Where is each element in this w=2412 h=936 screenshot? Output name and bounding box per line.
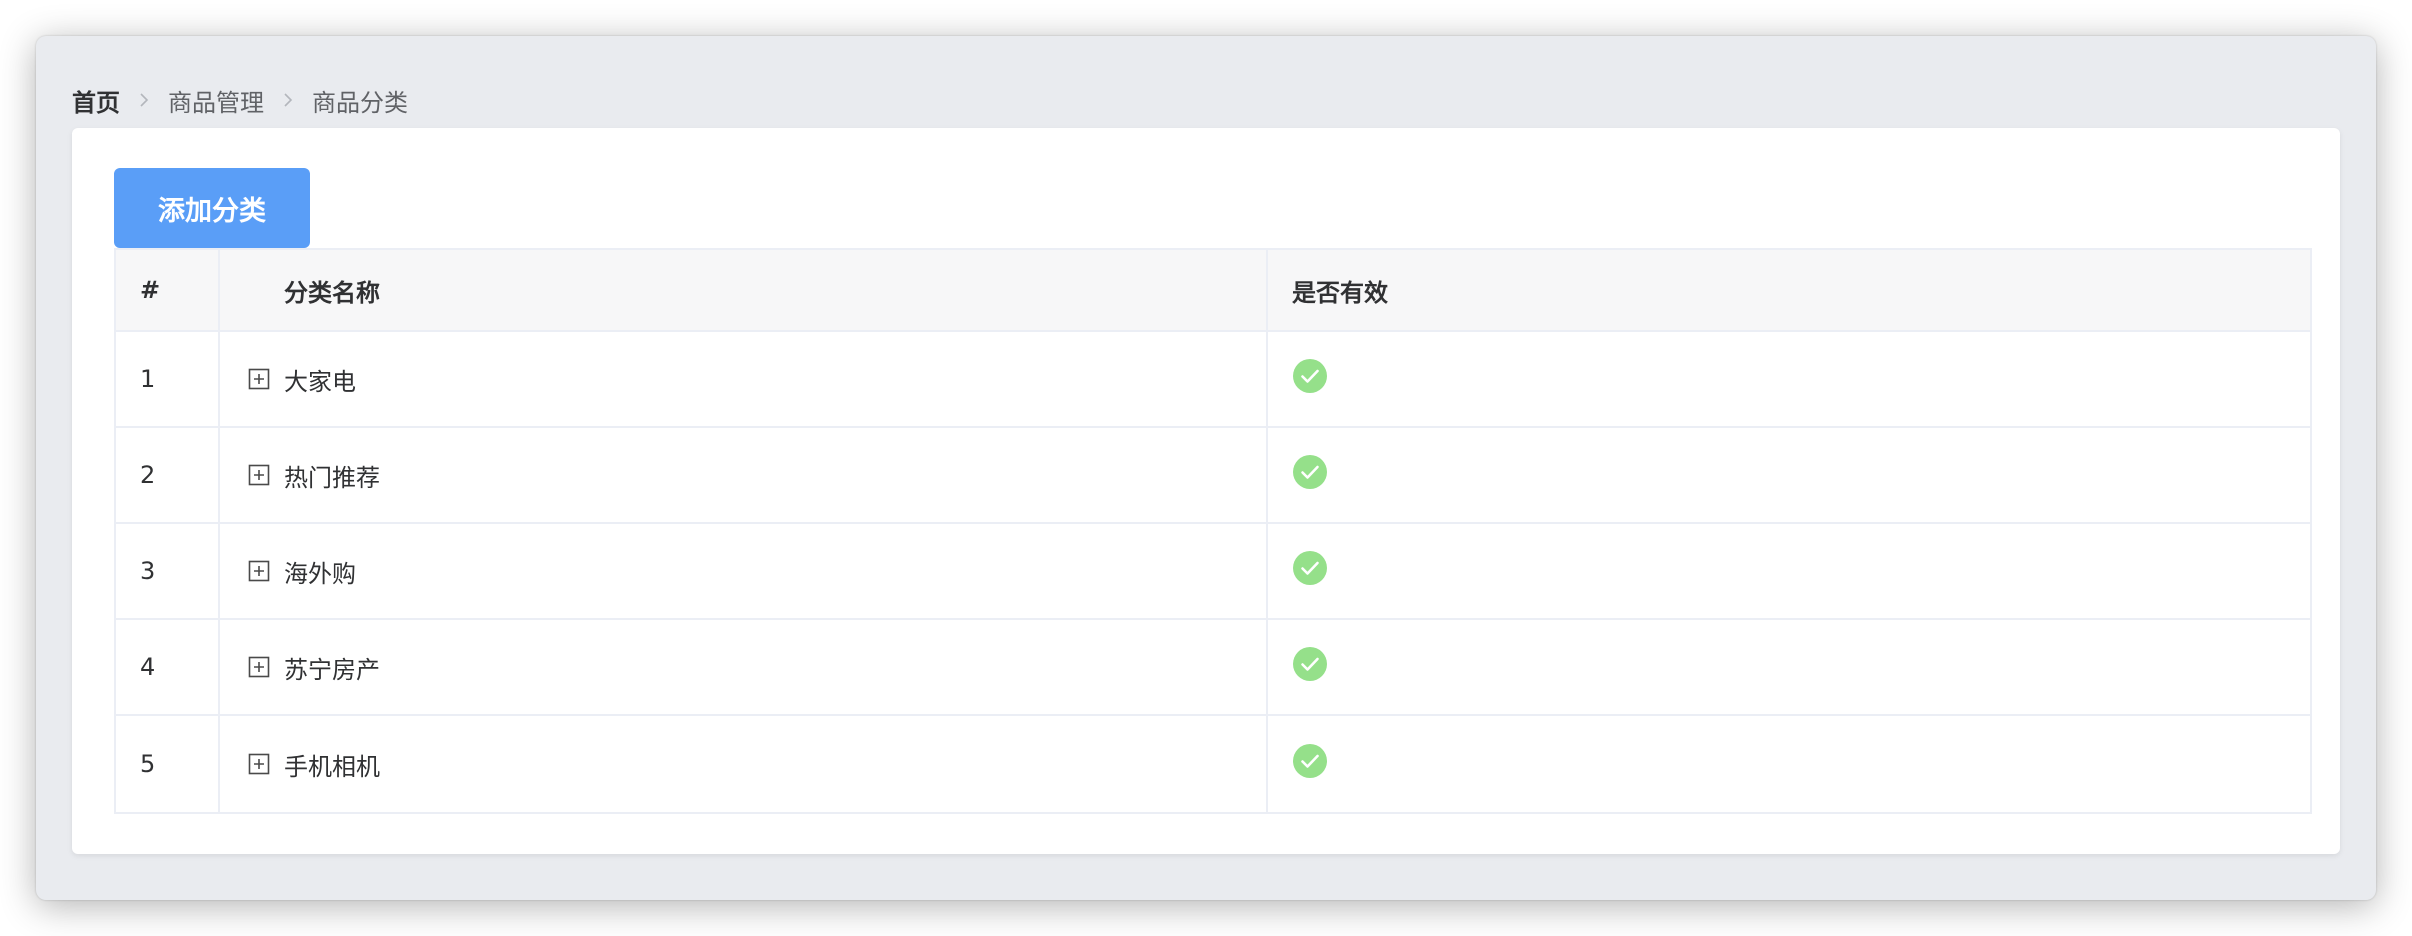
row-valid-cell: [1268, 332, 2310, 426]
category-name: 手机相机: [284, 752, 380, 781]
check-circle-icon: [1292, 550, 1328, 586]
breadcrumb: 首页 商品管理 商品分类: [72, 82, 408, 118]
table-row: 1 大家电: [116, 332, 2310, 428]
row-category-name-cell: 手机相机: [220, 716, 1268, 812]
row-category-name-cell: 热门推荐: [220, 428, 1268, 522]
row-valid-cell: [1268, 428, 2310, 522]
row-category-name-cell: 苏宁房产: [220, 620, 1268, 714]
row-valid-cell: [1268, 524, 2310, 618]
app-window: 首页 商品管理 商品分类 添加分类 # 分类名称 是否有效 1 大家电 2 热门…: [36, 36, 2376, 900]
chevron-right-icon: [120, 82, 168, 118]
row-index: 2: [116, 428, 220, 522]
row-index: 3: [116, 524, 220, 618]
table-row: 4 苏宁房产: [116, 620, 2310, 716]
check-circle-icon: [1292, 743, 1328, 779]
expand-plus-icon[interactable]: [248, 560, 270, 582]
category-name: 海外购: [284, 559, 356, 588]
category-name: 苏宁房产: [284, 655, 380, 684]
row-category-name-cell: 海外购: [220, 524, 1268, 618]
row-valid-cell: [1268, 620, 2310, 714]
check-circle-icon: [1292, 358, 1328, 394]
add-category-button[interactable]: 添加分类: [114, 168, 310, 248]
table-row: 5 手机相机: [116, 716, 2310, 812]
table-row: 3 海外购: [116, 524, 2310, 620]
expand-plus-icon[interactable]: [248, 368, 270, 390]
row-valid-cell: [1268, 716, 2310, 812]
chevron-right-icon: [264, 82, 312, 118]
category-name: 热门推荐: [284, 463, 380, 492]
table-header-row: # 分类名称 是否有效: [116, 250, 2310, 332]
column-header-category-name: 分类名称: [220, 250, 1268, 330]
check-circle-icon: [1292, 646, 1328, 682]
row-category-name-cell: 大家电: [220, 332, 1268, 426]
row-index: 5: [116, 716, 220, 812]
check-circle-icon: [1292, 454, 1328, 490]
row-index: 1: [116, 332, 220, 426]
category-name: 大家电: [284, 367, 356, 396]
expand-plus-icon[interactable]: [248, 753, 270, 775]
expand-plus-icon[interactable]: [248, 656, 270, 678]
breadcrumb-goods-category: 商品分类: [312, 88, 408, 117]
breadcrumb-home[interactable]: 首页: [72, 83, 120, 118]
column-header-index: #: [116, 250, 220, 330]
table-row: 2 热门推荐: [116, 428, 2310, 524]
expand-plus-icon[interactable]: [248, 464, 270, 486]
column-header-is-valid: 是否有效: [1292, 278, 1388, 307]
category-table: # 分类名称 是否有效 1 大家电 2 热门推荐 3 海外购 4 苏宁房产 5 …: [114, 248, 2312, 814]
category-card: 添加分类 # 分类名称 是否有效 1 大家电 2 热门推荐 3 海外购 4 苏宁…: [72, 128, 2340, 854]
row-index: 4: [116, 620, 220, 714]
breadcrumb-goods-management[interactable]: 商品管理: [168, 83, 264, 118]
